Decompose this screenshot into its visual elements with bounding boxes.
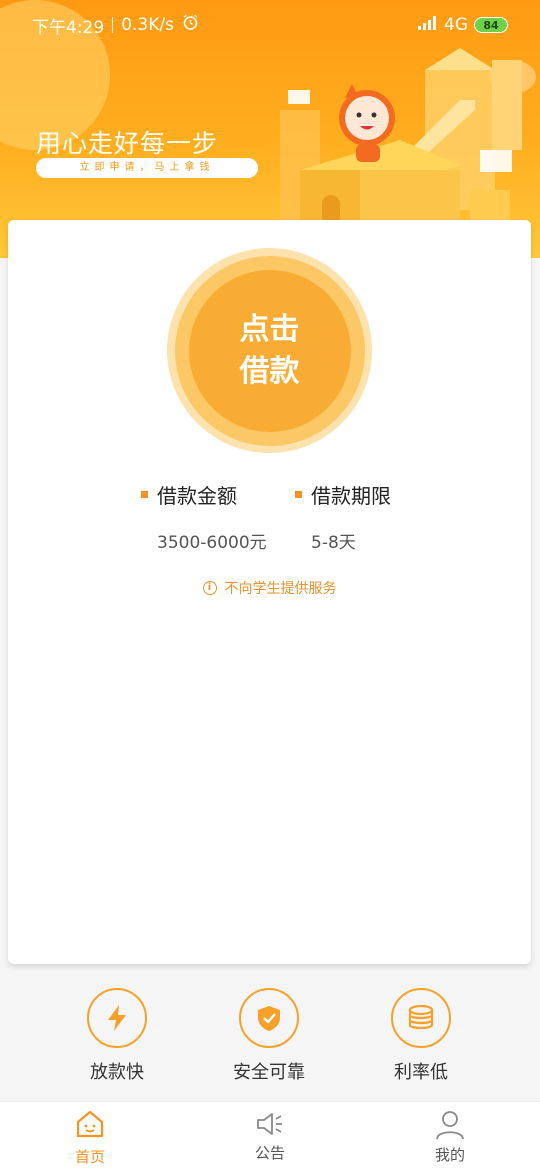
nav-home-label: 首页 [74,1148,105,1166]
network-type: 4G [444,15,468,35]
apply-loan-ring: 点击 借款 [174,255,365,446]
signal-icon [416,15,438,36]
loan-amount-value: 3500-6000元 [157,533,267,553]
feature-label: 安全可靠 [233,1062,305,1083]
info-icon: i [202,581,217,595]
loan-amount-head: 借款金额 [141,480,237,509]
bullet-square-icon [295,491,302,498]
status-network-speed: 0.3K/s [121,15,174,35]
loan-term-info: 借款期限 5-8天 [295,480,391,553]
loan-term-value: 5-8天 [311,533,356,553]
apply-loan-button[interactable]: 点击 借款 [167,248,372,453]
loan-term-label: 借款期限 [311,484,391,508]
nav-announcement[interactable]: 公告 [220,1102,320,1170]
loan-card: 点击 借款 借款金额 3500-6000元 借款期限 5-8天 i 不向学生提供… [8,220,531,964]
feature-safe-reliable: 安全可靠 [209,985,329,1084]
nav-home[interactable]: 首页 [40,1102,140,1170]
banner-slogan: 用心走好每一步 [36,129,219,158]
feature-list: 放款快 安全可靠 利率低 [0,985,540,1101]
nav-announcement-label: 公告 [254,1144,285,1162]
bullet-square-icon [141,491,148,498]
nav-profile-label: 我的 [434,1146,465,1164]
status-left: 下午4:29 0.3K/s [32,13,199,38]
feature-low-rate: 利率低 [361,985,481,1084]
home-icon [74,1108,106,1140]
status-separator [112,17,114,33]
student-notice-text: 不向学生提供服务 [224,581,337,597]
speaker-icon [254,1108,286,1140]
nav-profile[interactable]: 我的 [400,1102,500,1170]
bottom-nav: 首页 公告 我的 [0,1101,540,1170]
apply-loan-label: 点击 借款 [188,269,351,432]
feature-fast-payout: 放款快 [57,985,177,1084]
lightning-icon [87,988,147,1048]
battery-indicator: 84 [474,17,508,33]
banner-subslogan: 立即申请，马上拿钱 [36,158,258,178]
feature-label: 放款快 [90,1062,144,1083]
loan-term-head: 借款期限 [295,480,391,509]
alarm-icon [182,14,199,36]
shield-check-icon [239,988,299,1048]
feature-label: 利率低 [394,1062,448,1083]
loan-amount-label: 借款金额 [157,484,237,508]
status-right: 4G 84 [416,15,508,36]
status-time: 下午4:29 [32,17,105,38]
user-icon [434,1108,466,1140]
coin-stack-icon [391,988,451,1048]
student-notice: i 不向学生提供服务 [8,578,531,598]
loan-amount-info: 借款金额 3500-6000元 [141,480,267,553]
